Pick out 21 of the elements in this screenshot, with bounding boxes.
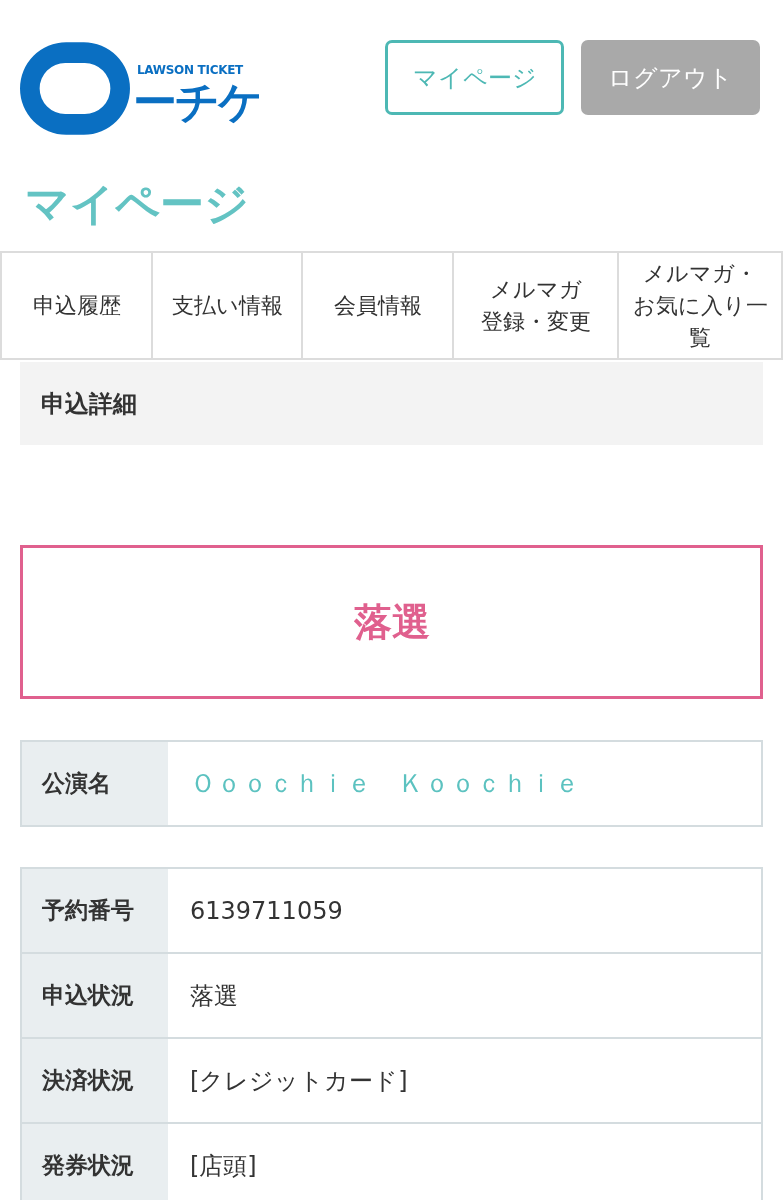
nav-tab[interactable]: 会員情報 [301, 253, 452, 358]
logo-ring-icon [20, 42, 130, 135]
logo-wordmark: ーチケ [133, 77, 261, 127]
nav-tab[interactable]: 支払い情報 [151, 253, 301, 358]
performance-title: Ｏｏｏｃｈｉｅ Ｋｏｏｃｈｉｅ [189, 767, 581, 800]
row-value: [店頭] [189, 1150, 258, 1182]
nav-tab[interactable]: 申込履歴 [0, 253, 151, 358]
row-label: 公演名 [22, 742, 168, 825]
page-title: マイページ [25, 178, 249, 230]
row-label: 決済状況 [22, 1039, 168, 1122]
row-value: 落選 [189, 980, 239, 1012]
row-label: 予約番号 [22, 869, 168, 952]
row-label: 申込状況 [22, 954, 168, 1037]
row-label: 発券状況 [22, 1124, 168, 1200]
nav-tab[interactable]: メルマガ登録・変更 [452, 253, 617, 358]
row-value: [クレジットカード] [189, 1065, 409, 1097]
nav-tab[interactable]: メルマガ・お気に入り一覧 [617, 253, 783, 358]
row-value: 6139711059 [189, 895, 344, 927]
section-heading: 申込詳細 [20, 362, 763, 445]
result-status: 落選 [20, 545, 763, 699]
logo-tagline: LAWSON TICKET [137, 63, 243, 77]
